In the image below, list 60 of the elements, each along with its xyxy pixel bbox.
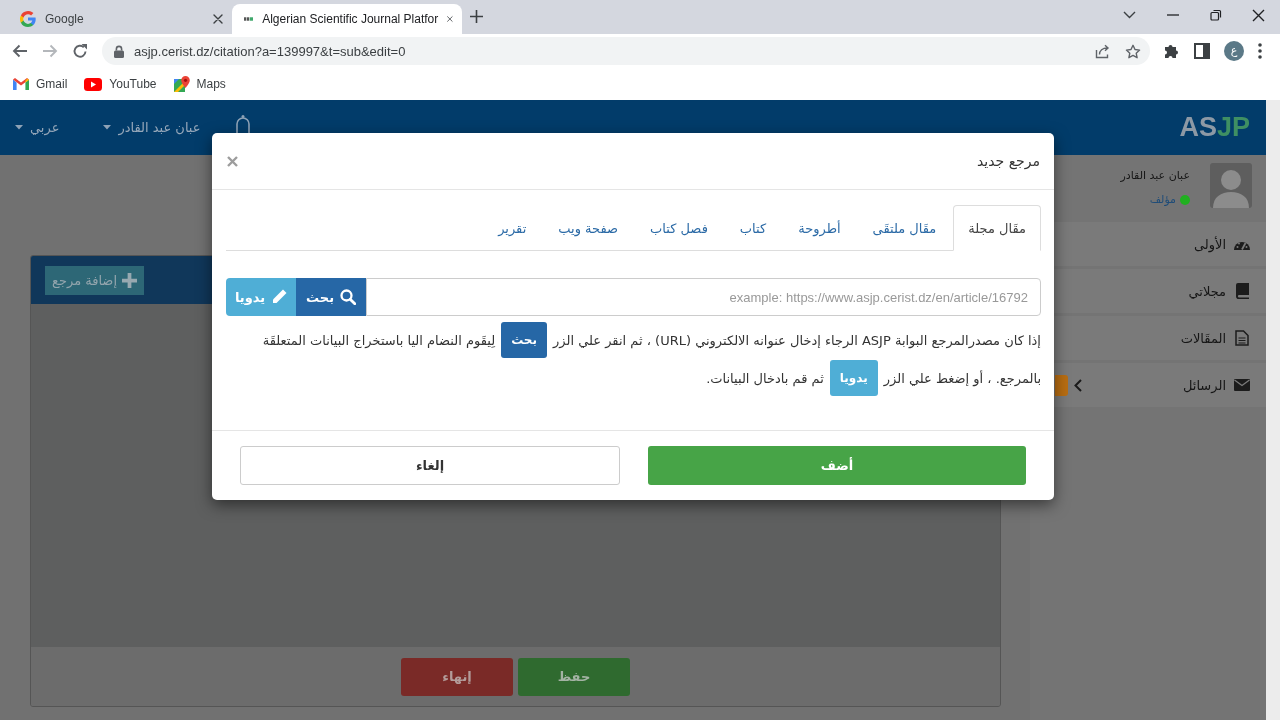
reference-type-tab[interactable]: مقَال ملتقَى (857, 205, 952, 251)
back-arrow-icon[interactable] (12, 43, 28, 59)
dialog-title: مرجع جديد (976, 153, 1040, 169)
instruction-text: بالمرجع. ، أو إضغط علي الزر (883, 370, 1041, 386)
url-input-field[interactable]: example: https://www.asjp.cerist.dz/en/article/16792 (366, 278, 1041, 316)
browser-tab[interactable]: Google (8, 4, 232, 34)
map-pin-icon (173, 76, 190, 92)
bell-icon[interactable] (234, 115, 251, 133)
bookmark-link[interactable]: Maps (173, 76, 226, 92)
bookmark-link[interactable]: Gmail (13, 77, 68, 91)
reference-type-tab[interactable]: صفحة ويب (543, 205, 634, 251)
reload-icon[interactable] (72, 43, 88, 59)
language-menu[interactable]: عربي (15, 120, 60, 135)
user-menu[interactable]: عبان عبد القادر (103, 120, 201, 135)
user-role: مؤلف (1149, 193, 1176, 206)
save-button[interactable]: حفظ (518, 657, 630, 696)
address-bar[interactable]: asjp.cerist.dz/citation?a=139997&t=sub&edit=0 (102, 37, 1150, 65)
lock-icon (114, 44, 124, 58)
share-icon[interactable] (1095, 43, 1110, 59)
document-icon (1234, 330, 1250, 346)
browser-tab[interactable]: Algerian Scientific Journal Platfor (232, 4, 462, 34)
reference-type-tab[interactable]: تقرير (483, 205, 542, 251)
search-button[interactable]: بحث (501, 322, 547, 358)
search-button[interactable]: بحث (296, 278, 366, 316)
reference-type-tab[interactable]: مقَال مجلة (953, 205, 1041, 251)
instruction-text: ثم قم بادخال البيانات. (706, 370, 824, 386)
close-icon[interactable] (1252, 8, 1265, 22)
caret-icon (15, 125, 23, 130)
reference-type-tab[interactable]: كتاب (724, 205, 782, 251)
profile-button[interactable]: ع (1224, 41, 1244, 61)
google-g-icon (20, 11, 36, 27)
cancel-button[interactable]: إلغاء (240, 446, 620, 485)
minimize-icon[interactable] (1166, 14, 1179, 16)
book-icon (1234, 283, 1250, 299)
star-icon[interactable] (1125, 43, 1141, 59)
more-menu-icon[interactable] (1258, 43, 1262, 59)
search-icon (340, 289, 356, 305)
user-name: عبان عبد القادر (1120, 169, 1190, 182)
add-button[interactable]: أضف (648, 446, 1026, 485)
instruction-text: إذا كان مصدرالمرجع البوابة ASJP الرجاء إدخال عنوانه الالكتروني (URL) ، ثم انقر علي الزر (553, 332, 1041, 348)
avatar-icon (1210, 163, 1252, 208)
side-panel-icon[interactable] (1194, 43, 1210, 59)
page-scrollbar[interactable] (1266, 100, 1280, 720)
finish-button[interactable]: إنهاء (401, 657, 513, 696)
instruction-text: لِيقَوم النضام اليا باستخراج البيانات المتعلقَة (262, 332, 496, 348)
bookmark-link[interactable]: YouTube (84, 77, 157, 91)
plus-icon (122, 272, 138, 288)
chevron-down-icon[interactable] (1123, 11, 1136, 19)
play-icon (84, 77, 103, 91)
asjp-logo[interactable]: ASJP (1179, 112, 1250, 143)
reference-type-tab[interactable]: فصل كتاب (635, 205, 723, 251)
restore-icon[interactable] (1209, 9, 1222, 21)
site-logo-icon (244, 16, 254, 22)
close-icon[interactable] (213, 14, 223, 24)
plus-icon[interactable] (470, 10, 483, 23)
caret-icon (103, 125, 112, 130)
envelope-icon (1234, 378, 1250, 392)
reference-type-tab[interactable]: أطروحة (783, 205, 856, 251)
m-logo-icon (13, 78, 29, 90)
puzzle-icon[interactable] (1164, 43, 1180, 59)
